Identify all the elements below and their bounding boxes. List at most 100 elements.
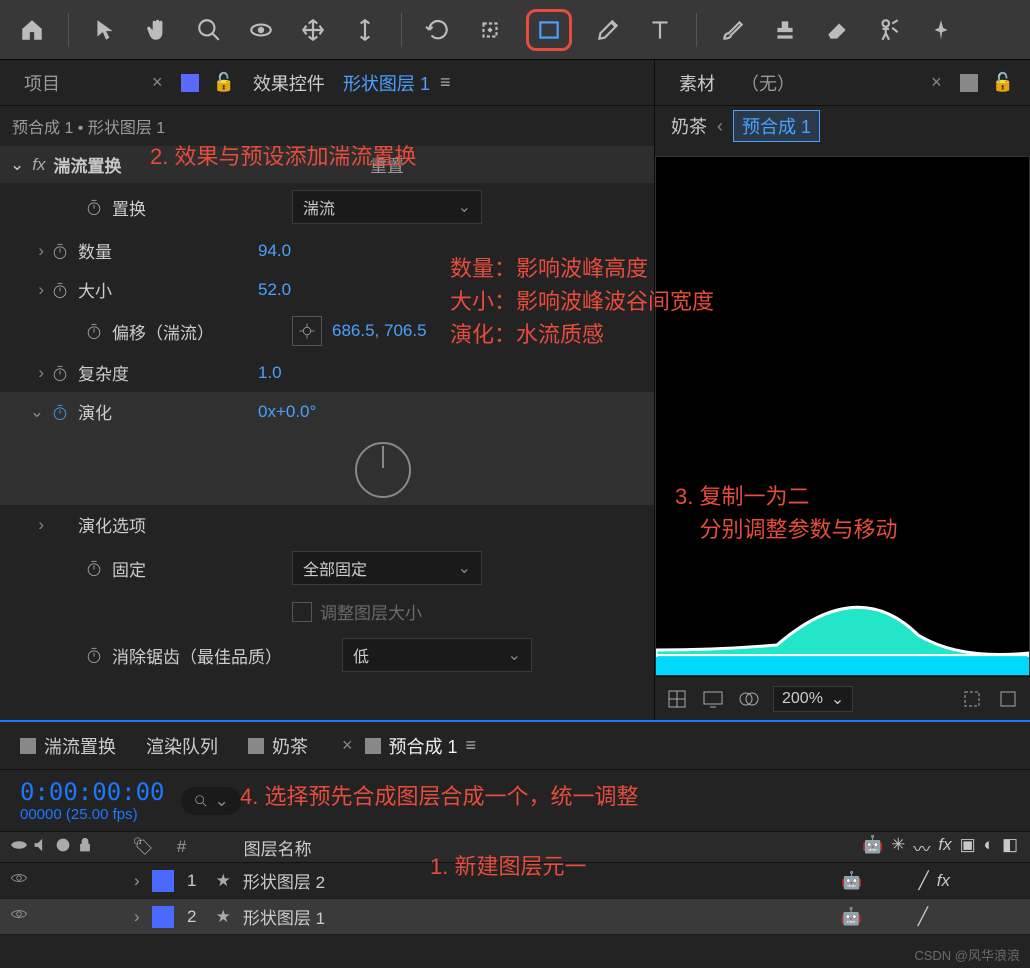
timeline-layer-2[interactable]: › 2 ★ 形状图层 1 🤖╱ — [0, 899, 1030, 935]
tab-project[interactable]: 项目 — [16, 70, 68, 96]
slash-icon[interactable]: ╱ — [918, 907, 928, 927]
eye-icon[interactable] — [10, 836, 28, 859]
evolution-value[interactable]: 0x+0.0° — [258, 402, 316, 422]
eraser-icon[interactable] — [821, 14, 853, 46]
orbit-icon[interactable] — [245, 14, 277, 46]
tab-milk-tea[interactable]: 奶茶 — [248, 733, 308, 759]
select-icon[interactable] — [89, 14, 121, 46]
display-icon[interactable] — [701, 687, 725, 711]
layer-link[interactable]: 形状图层 1 — [343, 70, 430, 96]
home-icon[interactable] — [16, 14, 48, 46]
size-value[interactable]: 52.0 — [258, 280, 291, 300]
stamp-icon[interactable] — [769, 14, 801, 46]
frame-blend-icon[interactable]: ▣ — [960, 835, 976, 860]
column-layer-name[interactable]: 图层名称 — [232, 835, 850, 860]
layer-name[interactable]: 形状图层 2 — [243, 868, 829, 893]
chevron-right-icon[interactable]: › — [128, 907, 146, 927]
timeline-layer-1[interactable]: › 1 ★ 形状图层 2 🤖╱fx — [0, 863, 1030, 899]
audio-icon[interactable] — [32, 836, 50, 859]
lock-icon[interactable] — [76, 836, 94, 859]
snap-icon[interactable] — [996, 687, 1020, 711]
eye-icon[interactable] — [0, 869, 38, 892]
stopwatch-icon[interactable] — [50, 402, 70, 422]
shy-toggle[interactable]: 🤖 — [841, 907, 862, 927]
color-chip — [960, 74, 978, 92]
crosshair-icon[interactable] — [292, 316, 322, 346]
pen-icon[interactable] — [592, 14, 624, 46]
zoom-select[interactable]: 200%⌄ — [773, 686, 853, 712]
menu-icon[interactable]: ≡ — [440, 72, 451, 93]
layer-color-chip[interactable] — [152, 870, 174, 892]
motion-blur-icon[interactable]: 〰 — [913, 835, 930, 860]
chevron-right-icon[interactable]: › — [0, 241, 50, 261]
preview-viewport[interactable] — [655, 156, 1030, 676]
3d-layer-icon[interactable]: ◧ — [1002, 835, 1018, 860]
resize-checkbox[interactable] — [292, 602, 312, 622]
evolution-dial[interactable] — [355, 442, 411, 498]
layer-name[interactable]: 形状图层 1 — [243, 904, 829, 929]
label-icon[interactable]: 🏷 — [124, 837, 162, 857]
precomp-link[interactable]: 预合成 1 — [733, 110, 820, 142]
grid-icon[interactable] — [665, 687, 689, 711]
layer-color-chip[interactable] — [152, 906, 174, 928]
close-icon[interactable]: × — [927, 72, 946, 93]
solo-icon[interactable] — [54, 836, 72, 859]
comp-name[interactable]: 奶茶 — [671, 113, 707, 139]
fx-col-icon[interactable]: fx — [938, 835, 951, 860]
tab-precomp[interactable]: ×预合成 1≡ — [338, 733, 476, 759]
pinning-select[interactable]: 全部固定⌄ — [292, 551, 482, 585]
stopwatch-icon[interactable] — [84, 321, 104, 341]
stopwatch-icon[interactable] — [50, 363, 70, 383]
fx-toggle[interactable]: fx — [937, 871, 950, 891]
tab-footage[interactable]: 素材 — [671, 70, 723, 96]
chevron-right-icon[interactable]: › — [128, 871, 146, 891]
tab-render-queue[interactable]: 渲染队列 — [146, 733, 218, 759]
stopwatch-icon[interactable] — [84, 558, 104, 578]
brush-icon[interactable] — [717, 14, 749, 46]
tab-turbulent[interactable]: 湍流置换 — [20, 733, 116, 759]
zoom-icon[interactable] — [193, 14, 225, 46]
text-icon[interactable] — [644, 14, 676, 46]
region-icon[interactable] — [960, 687, 984, 711]
timecode[interactable]: 0:00:00:00 — [20, 778, 165, 806]
lock-icon[interactable]: 🔓 — [992, 72, 1014, 93]
shy-toggle[interactable]: 🤖 — [841, 871, 862, 891]
eye-icon[interactable] — [0, 905, 38, 928]
lock-icon[interactable]: 🔓 — [213, 72, 235, 93]
prop-evo-options[interactable]: › 演化选项 — [0, 505, 654, 544]
anchor-icon[interactable] — [474, 14, 506, 46]
roto-icon[interactable] — [873, 14, 905, 46]
dolly-icon[interactable] — [349, 14, 381, 46]
slash-icon[interactable]: ╱ — [919, 871, 929, 891]
stopwatch-icon[interactable] — [84, 645, 104, 665]
stopwatch-icon[interactable] — [84, 197, 104, 217]
chevron-left-icon[interactable]: ‹ — [717, 116, 723, 137]
close-icon[interactable]: × — [148, 72, 167, 93]
rotate-icon[interactable] — [422, 14, 454, 46]
timeline-search[interactable]: ⌄ — [181, 787, 241, 815]
mask-icon[interactable] — [737, 687, 761, 711]
adjustment-icon[interactable]: ◐ — [984, 835, 994, 860]
tab-effect-controls[interactable]: 效果控件 — [245, 70, 333, 96]
chevron-right-icon[interactable]: › — [0, 280, 50, 300]
effect-header[interactable]: ⌄ fx 湍流置换 重置 — [0, 146, 654, 183]
chevron-down-icon[interactable]: ⌄ — [0, 402, 50, 422]
hand-icon[interactable] — [141, 14, 173, 46]
amount-value[interactable]: 94.0 — [258, 241, 291, 261]
complexity-value[interactable]: 1.0 — [258, 363, 282, 383]
displacement-select[interactable]: 湍流⌄ — [292, 190, 482, 224]
3d-icon[interactable]: ✳ — [891, 835, 905, 860]
offset-value[interactable]: 686.5, 706.5 — [332, 321, 427, 341]
fx-icon[interactable]: fx — [32, 155, 45, 175]
stopwatch-icon[interactable] — [50, 241, 70, 261]
rect-icon[interactable] — [533, 14, 565, 46]
shy-icon[interactable]: 🤖 — [862, 835, 883, 860]
pin-icon[interactable] — [925, 14, 957, 46]
chevron-right-icon[interactable]: › — [0, 363, 50, 383]
reset-button[interactable]: 重置 — [370, 152, 644, 177]
stopwatch-icon[interactable] — [50, 280, 70, 300]
pan-icon[interactable] — [297, 14, 329, 46]
antialias-select[interactable]: 低⌄ — [342, 638, 532, 672]
column-index[interactable]: # — [162, 837, 202, 857]
chevron-down-icon[interactable]: ⌄ — [10, 155, 24, 175]
